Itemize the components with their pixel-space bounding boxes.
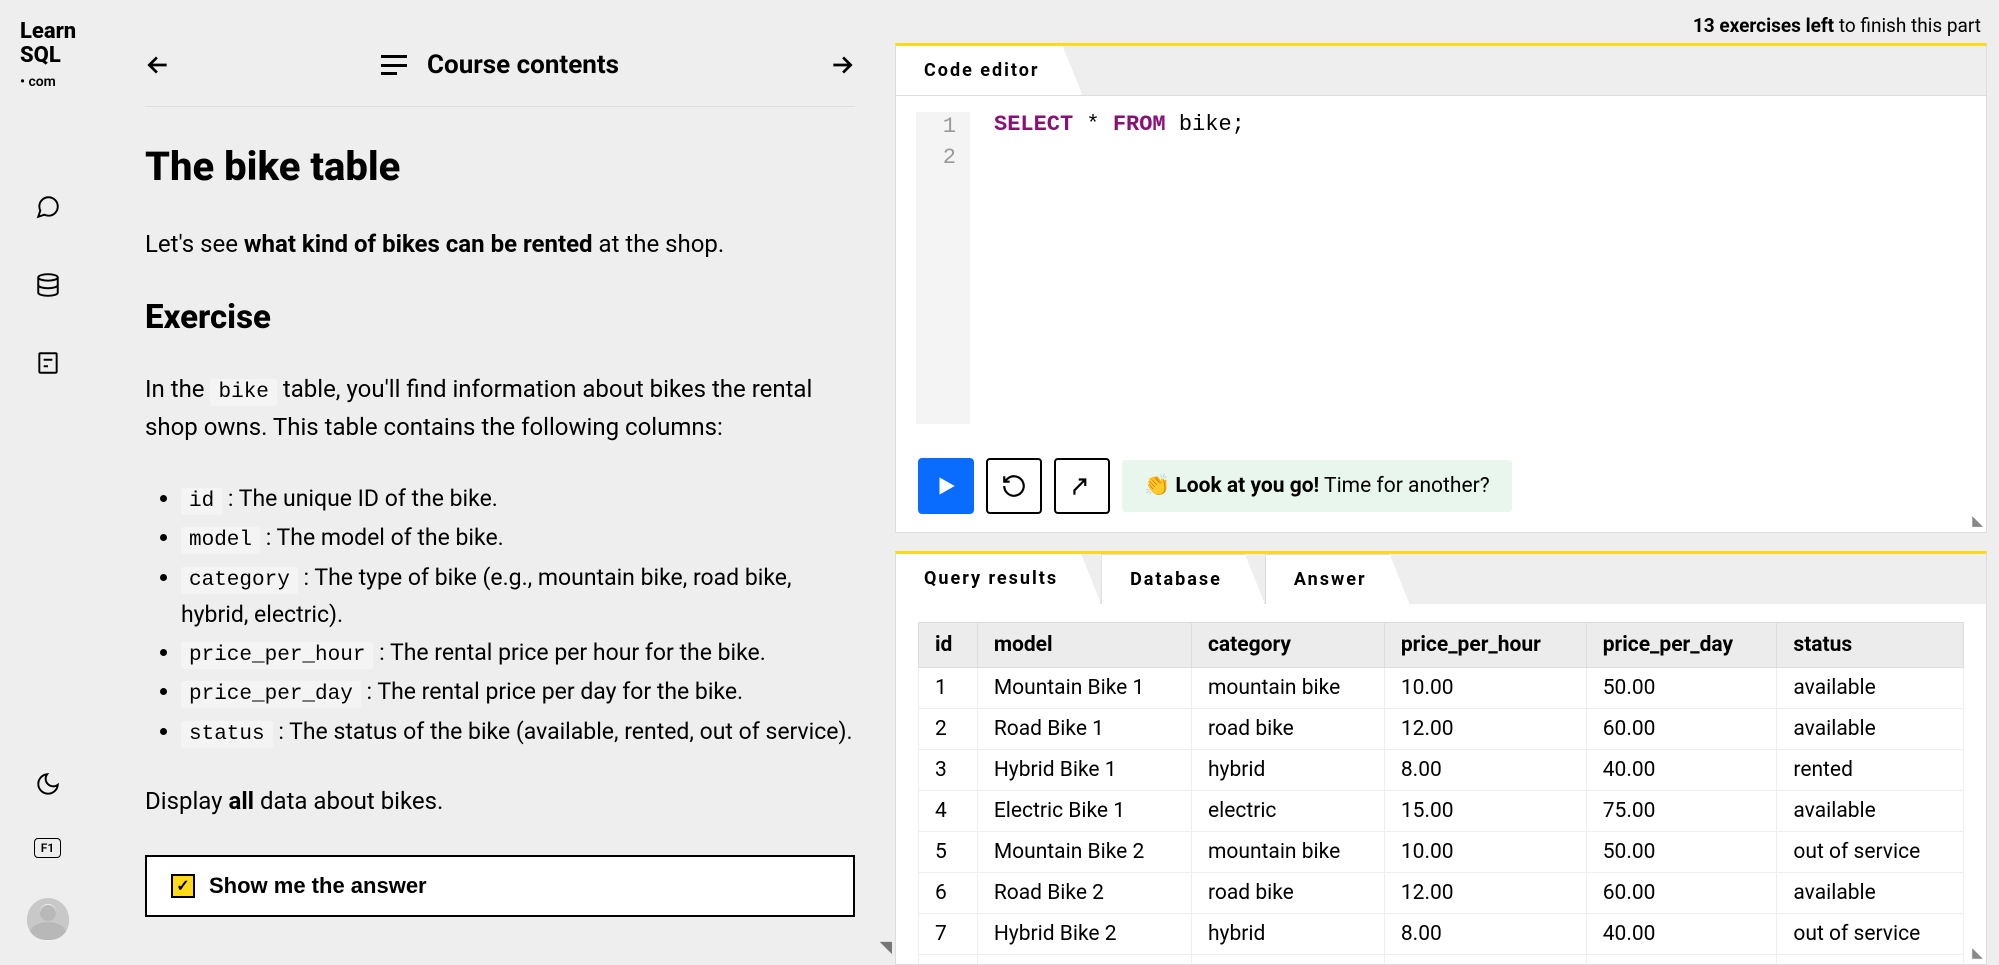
exercise-heading: Exercise — [145, 298, 855, 337]
col-status: status — [1777, 623, 1964, 668]
next-button[interactable] — [829, 52, 855, 78]
show-answer-button[interactable]: ✓ Show me the answer — [145, 855, 855, 917]
notes-icon[interactable] — [34, 349, 62, 377]
code-lines: SELECT * FROM bike; — [970, 112, 1245, 424]
help-shortcut-badge[interactable]: F1 — [34, 838, 61, 858]
table-row: 3Hybrid Bike 1hybrid8.0040.00rented — [919, 750, 1964, 791]
line-gutter: 12 — [916, 112, 970, 424]
col-price_per_day: price_per_day — [1586, 623, 1777, 668]
tab-query-results[interactable]: Query results — [896, 554, 1101, 604]
task-text: Display all data about bikes. — [145, 783, 855, 819]
table-row: 8Electric Bike 2electric15.0075.00availa… — [919, 955, 1964, 965]
col-category: category — [1191, 623, 1384, 668]
database-icon[interactable] — [34, 271, 62, 299]
intro-text: Let's see what kind of bikes can be rent… — [145, 226, 855, 262]
chat-icon[interactable] — [34, 193, 62, 221]
theme-icon[interactable] — [34, 770, 62, 798]
table-row: 4Electric Bike 1electric15.0075.00availa… — [919, 791, 1964, 832]
table-row: 2Road Bike 1road bike12.0060.00available — [919, 709, 1964, 750]
col-model: model — [977, 623, 1191, 668]
resize-handle-icon[interactable]: ◢ — [1970, 516, 1986, 524]
course-contents-button[interactable]: Course contents — [171, 50, 829, 80]
tab-answer[interactable]: Answer — [1265, 554, 1410, 604]
code-editor-box: Code editor 12 SELECT * FROM bike; — [895, 43, 1987, 533]
resize-handle-icon[interactable]: ◢ — [1970, 948, 1986, 956]
column-item: id : The unique ID of the bike. — [181, 481, 855, 519]
user-avatar[interactable] — [27, 898, 69, 940]
menu-icon — [381, 55, 407, 75]
check-icon: ✓ — [171, 874, 195, 898]
column-item: status : The status of the bike (availab… — [181, 714, 855, 752]
results-table: idmodelcategoryprice_per_hourprice_per_d… — [918, 622, 1964, 964]
reset-button[interactable] — [986, 458, 1042, 514]
code-area[interactable]: 12 SELECT * FROM bike; — [896, 96, 1986, 440]
table-row: 6Road Bike 2road bike12.0060.00available — [919, 873, 1964, 914]
exercise-intro: In the bike table, you'll find informati… — [145, 371, 855, 445]
results-box: Query resultsDatabaseAnswer idmodelcateg… — [895, 551, 1987, 965]
column-item: price_per_hour : The rental price per ho… — [181, 635, 855, 673]
logo: Learn SQL • com — [0, 20, 95, 93]
page-title: The bike table — [145, 143, 855, 190]
col-id: id — [919, 623, 978, 668]
column-item: model : The model of the bike. — [181, 520, 855, 558]
column-item: category : The type of bike (e.g., mount… — [181, 560, 855, 633]
lesson-panel: Course contents The bike table Let's see… — [95, 0, 895, 965]
left-sidebar: Learn SQL • com F1 — [0, 0, 95, 965]
prev-button[interactable] — [145, 52, 171, 78]
table-row: 5Mountain Bike 2mountain bike10.0050.00o… — [919, 832, 1964, 873]
tab-code-editor[interactable]: Code editor — [896, 46, 1083, 95]
run-button[interactable] — [918, 458, 974, 514]
answer-button-label: Show me the answer — [209, 873, 427, 899]
column-list: id : The unique ID of the bike.model : T… — [145, 481, 855, 754]
nav-title: Course contents — [427, 50, 619, 80]
feedback-message: 👏 Look at you go! Time for another? — [1122, 460, 1512, 512]
share-button[interactable] — [1054, 458, 1110, 514]
col-price_per_hour: price_per_hour — [1384, 623, 1586, 668]
tab-database[interactable]: Database — [1101, 554, 1265, 604]
progress-text: 13 exercises left to finish this part — [895, 10, 1987, 43]
resize-handle-icon: ◢ — [875, 945, 894, 954]
right-panel: 13 exercises left to finish this part Co… — [895, 0, 1999, 965]
column-item: price_per_day : The rental price per day… — [181, 674, 855, 712]
table-row: 1Mountain Bike 1mountain bike10.0050.00a… — [919, 668, 1964, 709]
table-row: 7Hybrid Bike 2hybrid8.0040.00out of serv… — [919, 914, 1964, 955]
